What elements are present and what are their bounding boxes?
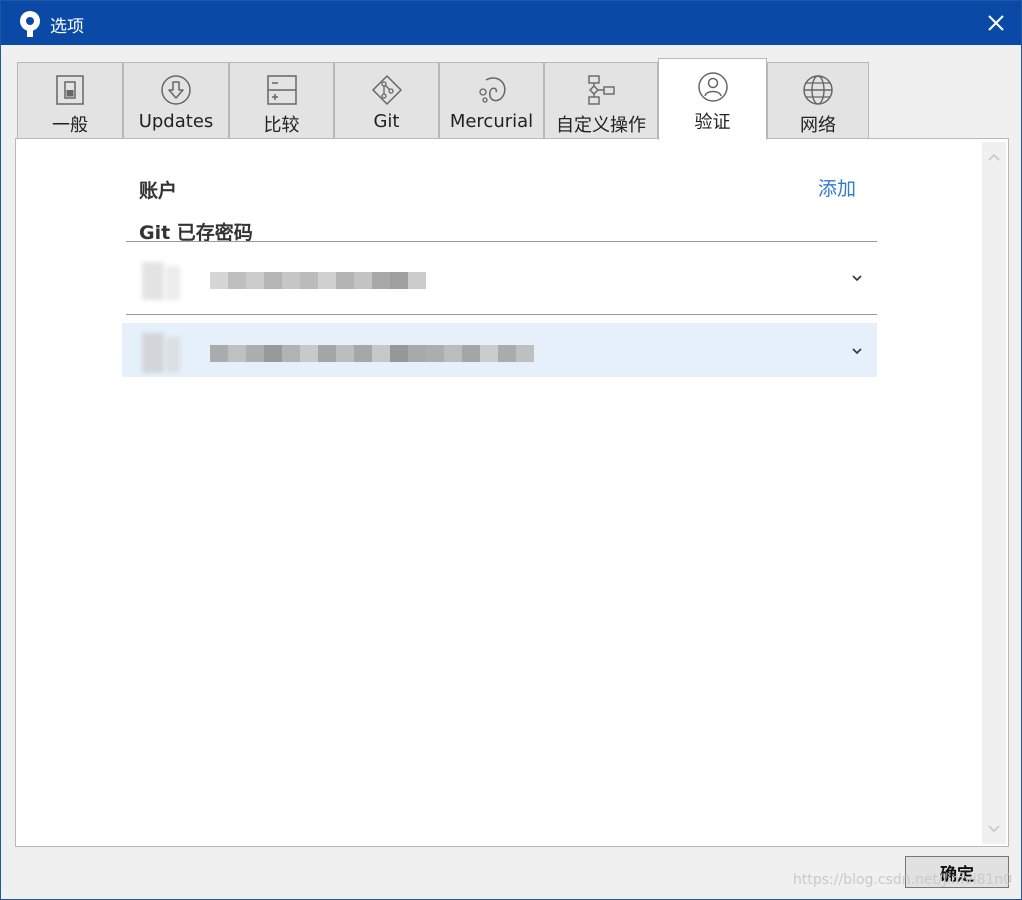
tab-label: Git	[373, 111, 400, 132]
tab-network[interactable]: 网络	[767, 62, 869, 139]
redacted-credential-text	[210, 345, 534, 362]
tab-git[interactable]: Git	[334, 62, 439, 139]
tab-label: Updates	[138, 111, 214, 132]
window-title: 选项	[50, 17, 84, 37]
diff-icon	[265, 73, 299, 107]
scroll-down-icon[interactable]	[982, 818, 1006, 840]
tab-label: Mercurial	[449, 111, 534, 132]
download-circle-icon	[159, 73, 193, 107]
divider	[126, 241, 877, 242]
globe-icon	[801, 73, 835, 107]
redacted-avatar	[136, 331, 192, 375]
options-tabs: 一般 Updates 比较 Git Mercurial 自定义操作 验证 网络	[17, 58, 917, 140]
chevron-down-icon[interactable]	[851, 342, 863, 361]
flowchart-icon	[584, 73, 618, 107]
accounts-heading: 账户	[139, 180, 178, 202]
redacted-avatar	[136, 258, 192, 302]
tab-label: 网络	[800, 115, 836, 136]
tab-label: 比较	[263, 115, 300, 136]
authentication-panel: 账户 添加 Git 已存密码	[15, 138, 1009, 847]
tab-updates[interactable]: Updates	[123, 62, 229, 139]
user-circle-icon	[696, 70, 730, 104]
tab-authentication[interactable]: 验证	[658, 58, 767, 140]
close-button[interactable]	[971, 1, 1021, 45]
git-icon	[370, 73, 404, 107]
tab-mercurial[interactable]: Mercurial	[439, 62, 544, 139]
credential-row[interactable]	[122, 323, 877, 377]
credential-row[interactable]	[122, 250, 877, 304]
divider	[126, 314, 877, 315]
watermark: https://blog.csdn.net/Jimvi81n0	[793, 872, 1013, 888]
vertical-scrollbar[interactable]	[982, 142, 1006, 844]
tab-general[interactable]: 一般	[17, 62, 123, 139]
sourcetree-logo-icon	[17, 10, 43, 38]
add-account-link[interactable]: 添加	[818, 174, 856, 201]
title-bar: 选项	[1, 1, 1021, 45]
tab-label: 自定义操作	[556, 115, 646, 136]
tab-label: 一般	[52, 115, 88, 136]
tab-custom-actions[interactable]: 自定义操作	[544, 62, 658, 139]
mercurial-icon	[475, 73, 509, 107]
close-icon	[988, 15, 1004, 31]
tab-compare[interactable]: 比较	[229, 62, 334, 139]
chevron-down-icon[interactable]	[851, 269, 863, 288]
redacted-credential-text	[210, 272, 426, 289]
toggle-switch-icon	[53, 73, 87, 107]
options-dialog: 选项 一般 Updates 比较 Git Mercurial 自定义操作 验证 …	[0, 0, 1022, 900]
scroll-up-icon[interactable]	[982, 146, 1006, 168]
tab-label: 验证	[694, 112, 731, 133]
